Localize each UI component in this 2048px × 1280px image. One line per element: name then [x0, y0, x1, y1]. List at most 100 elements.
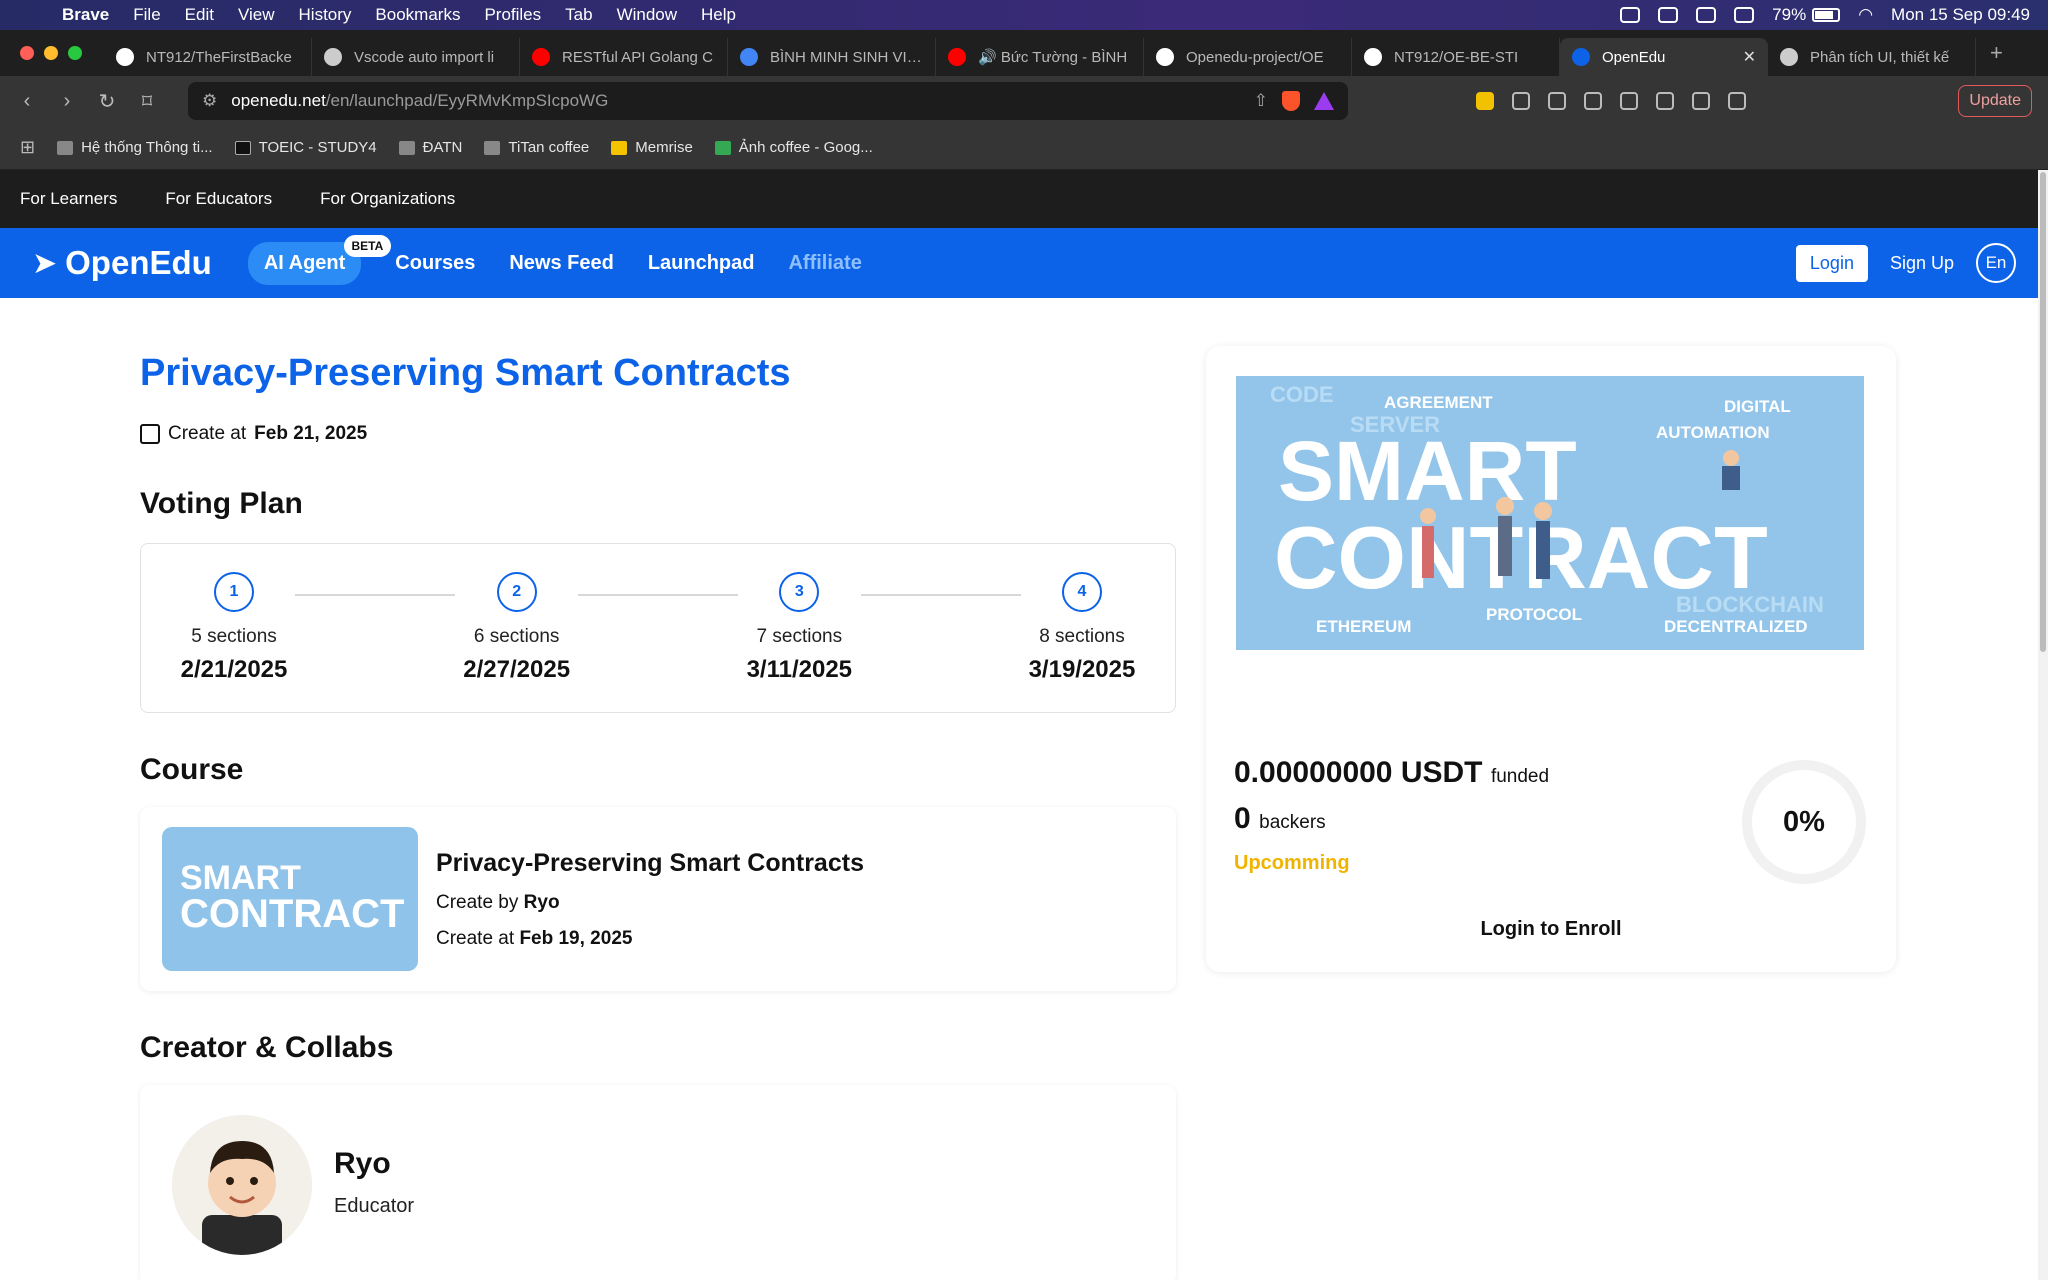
nav-courses[interactable]: Courses: [395, 252, 475, 275]
course-author: Create by Ryo: [436, 892, 864, 914]
maximize-window-button[interactable]: [68, 46, 82, 60]
backers-label: backers: [1259, 812, 1326, 833]
site-header: ➤ OpenEdu AI Agent BETA Courses News Fee…: [0, 228, 2048, 298]
site-settings-icon[interactable]: ⚙: [202, 91, 217, 111]
wifi-icon[interactable]: ◠: [1858, 5, 1873, 25]
menu-window[interactable]: Window: [617, 5, 677, 25]
creator-info: Ryo Educator: [334, 1115, 414, 1218]
banner-word: AGREEMENT: [1384, 393, 1493, 412]
banner-line-1: SMART: [1278, 424, 1577, 518]
share-icon[interactable]: ⇧: [1254, 91, 1268, 111]
course-thumbnail[interactable]: SMART CONTRACT: [162, 827, 418, 971]
back-icon[interactable]: ‹: [16, 90, 38, 113]
brave-shields-icon[interactable]: [1282, 91, 1300, 111]
creator-name[interactable]: Ryo: [334, 1147, 414, 1181]
language-selector[interactable]: En: [1976, 243, 2016, 283]
bookmark-item[interactable]: TiTan coffee: [484, 139, 589, 156]
music-icon[interactable]: [1584, 92, 1602, 110]
browser-tab[interactable]: BÌNH MINH SINH VIÊ...: [728, 38, 936, 76]
sidebar-icon[interactable]: [1620, 92, 1638, 110]
menu-profiles[interactable]: Profiles: [484, 5, 541, 25]
tray-app-icon[interactable]: [1658, 7, 1679, 23]
main-nav: AI Agent BETA Courses News Feed Launchpa…: [247, 234, 862, 285]
tray-app-icon[interactable]: [1696, 7, 1717, 23]
extension-icons: [1476, 92, 1746, 110]
reload-icon[interactable]: ↻: [96, 89, 118, 114]
openedu-logo[interactable]: ➤ OpenEdu: [32, 244, 212, 282]
browser-tab[interactable]: RESTful API Golang C: [520, 38, 728, 76]
new-tab-button[interactable]: +: [1990, 40, 2003, 66]
nav-for-organizations[interactable]: For Organizations: [320, 189, 455, 209]
login-button[interactable]: Login: [1795, 244, 1868, 282]
bookmark-item[interactable]: TOEIC - STUDY4: [234, 139, 377, 156]
bookmark-item[interactable]: ĐATN: [398, 139, 462, 156]
bookmark-item[interactable]: Hệ thống Thông ti...: [57, 139, 213, 156]
extensions-puzzle-icon[interactable]: [1512, 92, 1530, 110]
course-author-name: Ryo: [523, 891, 560, 913]
course-name[interactable]: Privacy-Preserving Smart Contracts: [436, 849, 864, 878]
menu-app-name[interactable]: Brave: [62, 5, 109, 25]
screenshot-icon[interactable]: [1548, 92, 1566, 110]
page-scrollbar[interactable]: [2038, 170, 2048, 1280]
scrollbar-thumb[interactable]: [2040, 172, 2046, 652]
banner-word: AUTOMATION: [1656, 423, 1770, 442]
bookmark-item[interactable]: Memrise: [611, 139, 693, 156]
banner-word: PROTOCOL: [1486, 605, 1582, 624]
minimize-window-button[interactable]: [44, 46, 58, 60]
brave-rewards-icon[interactable]: [1314, 92, 1334, 110]
browser-tab-strip: NT912/TheFirstBacke Vscode auto import li…: [0, 30, 2048, 76]
banner-word: DIGITAL: [1724, 397, 1791, 416]
leo-ai-icon[interactable]: [1692, 92, 1710, 110]
vpn-icon[interactable]: [1728, 92, 1746, 110]
update-button[interactable]: Update: [1958, 85, 2032, 117]
course-card[interactable]: SMART CONTRACT Privacy-Preserving Smart …: [140, 807, 1176, 991]
browser-tab[interactable]: Openedu-project/OE: [1144, 38, 1352, 76]
tray-app-icon[interactable]: [1734, 7, 1755, 23]
avatar[interactable]: [172, 1115, 312, 1255]
menu-view[interactable]: View: [238, 5, 275, 25]
browser-tab[interactable]: NT912/TheFirstBacke: [104, 38, 312, 76]
banner-word: ETHEREUM: [1316, 617, 1411, 636]
login-to-enroll-button[interactable]: Login to Enroll: [1206, 918, 1896, 941]
close-tab-icon[interactable]: ✕: [1743, 47, 1756, 67]
clock[interactable]: Mon 15 Sep 09:49: [1891, 5, 2030, 25]
tray-app-icon[interactable]: [1620, 7, 1641, 23]
nav-news-feed[interactable]: News Feed: [509, 252, 613, 275]
macos-menubar: Brave File Edit View History Bookmarks P…: [0, 0, 2048, 30]
signup-link[interactable]: Sign Up: [1890, 253, 1954, 274]
browser-tab[interactable]: 🔊 Bức Tường - BÌNH: [936, 38, 1144, 76]
close-window-button[interactable]: [20, 46, 34, 60]
menu-bookmarks[interactable]: Bookmarks: [375, 5, 460, 25]
nav-for-educators[interactable]: For Educators: [165, 189, 272, 209]
battery-indicator[interactable]: 79%: [1772, 5, 1841, 25]
project-created: Create at Feb 21, 2025: [140, 423, 1176, 445]
bookmark-label: Ảnh coffee - Goog...: [738, 139, 873, 156]
banner-word: DECENTRALIZED: [1664, 617, 1808, 636]
menu-tab[interactable]: Tab: [565, 5, 592, 25]
status-badge: Upcomming: [1234, 852, 1350, 874]
nav-for-learners[interactable]: For Learners: [20, 189, 117, 209]
forward-icon[interactable]: ›: [56, 90, 78, 113]
create-at-label: Create at: [436, 927, 515, 949]
bookmark-icon[interactable]: ⌑: [136, 89, 158, 114]
browser-tab[interactable]: OpenEdu ✕: [1560, 38, 1768, 76]
bookmark-item[interactable]: Ảnh coffee - Goog...: [714, 139, 873, 156]
menu-file[interactable]: File: [133, 5, 160, 25]
browser-tab[interactable]: NT912/OE-BE-STI: [1352, 38, 1560, 76]
menu-help[interactable]: Help: [701, 5, 736, 25]
apps-grid-icon[interactable]: ⊞: [20, 137, 35, 158]
extension-icon[interactable]: [1476, 92, 1494, 110]
course-date: Create at Feb 19, 2025: [436, 928, 864, 950]
browser-tab[interactable]: Phân tích UI, thiết kế: [1768, 38, 1976, 76]
address-bar[interactable]: ⚙ openedu.net/en/launchpad/EyyRMvKmpSIcp…: [188, 82, 1348, 120]
menu-edit[interactable]: Edit: [185, 5, 214, 25]
bookmark-label: Hệ thống Thông ti...: [81, 139, 213, 156]
tab-label: BÌNH MINH SINH VIÊ...: [770, 48, 923, 66]
wallet-icon[interactable]: [1656, 92, 1674, 110]
nav-affiliate[interactable]: Affiliate: [788, 252, 861, 275]
browser-tab[interactable]: Vscode auto import li: [312, 38, 520, 76]
nav-ai-agent[interactable]: AI Agent BETA: [247, 234, 392, 285]
step-sections: 5 sections: [191, 626, 277, 647]
menu-history[interactable]: History: [299, 5, 352, 25]
nav-launchpad[interactable]: Launchpad: [648, 252, 755, 275]
